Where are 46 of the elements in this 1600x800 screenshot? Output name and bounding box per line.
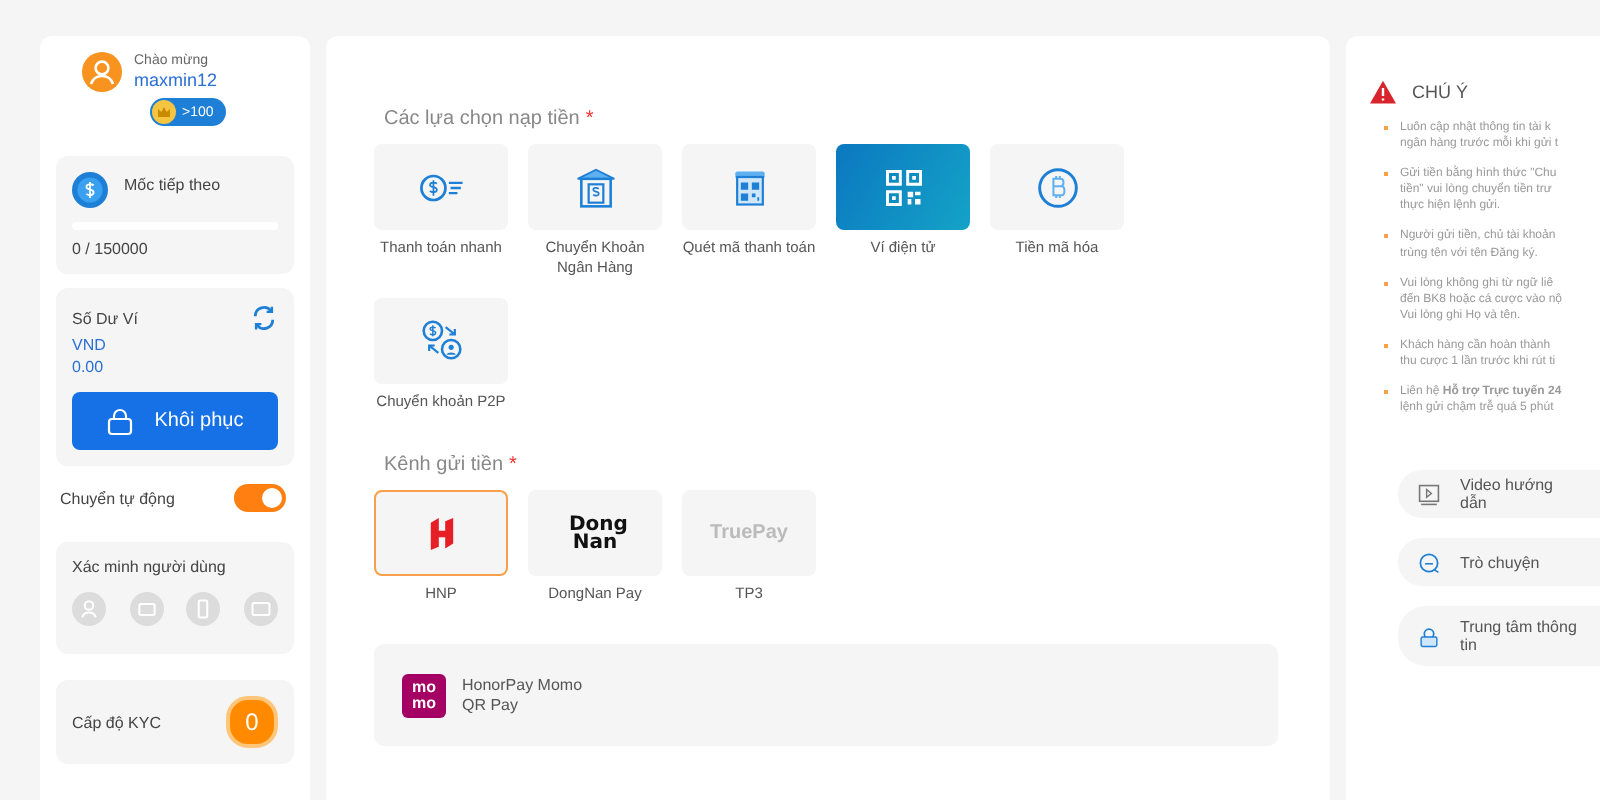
deposit-option-tile[interactable] xyxy=(374,144,508,230)
method-subtitle: QR Pay xyxy=(462,696,521,714)
verification-label: Xác minh người dùng xyxy=(72,558,228,576)
method-title: HonorPay Momo xyxy=(462,676,583,694)
coin-icon xyxy=(72,172,108,208)
video-icon xyxy=(1418,483,1440,506)
kyc-label: Cấp độ KYC xyxy=(72,713,161,731)
notice-title: CHÚ Ý xyxy=(1412,82,1469,102)
deposit-option-tile[interactable] xyxy=(682,144,816,230)
balance-amount: 0.00 xyxy=(72,358,106,376)
brand-logo-icon xyxy=(425,515,457,552)
help-link[interactable]: Trung tâm thông tin xyxy=(1398,606,1600,667)
required-mark: * xyxy=(585,108,594,130)
username: maxmin12 xyxy=(134,70,218,90)
deposit-option-tile[interactable] xyxy=(990,144,1124,230)
bank-icon xyxy=(571,165,619,209)
kyc-level-badge: 0 xyxy=(226,696,278,748)
avatar-icon xyxy=(82,52,122,92)
help-link[interactable]: Trò chuyện xyxy=(1398,538,1600,587)
currency-text: VND xyxy=(72,336,108,354)
chat-icon xyxy=(1418,551,1440,574)
brand-logo: TruePay xyxy=(710,522,788,545)
milestone-label: Mốc tiếp theo xyxy=(124,176,221,194)
crown-icon xyxy=(152,100,176,124)
auto-transfer-label: Chuyển tự động xyxy=(60,489,175,507)
required-mark: * xyxy=(509,454,517,477)
deposit-option-tile[interactable] xyxy=(374,297,508,383)
channel-tile[interactable] xyxy=(374,490,508,577)
lock-icon xyxy=(106,407,135,435)
deposit-option-tile[interactable] xyxy=(528,144,662,230)
help-link[interactable]: Video hướng dẫn xyxy=(1398,470,1600,519)
deposit-option-tile[interactable] xyxy=(836,144,970,230)
section-title: Các lựa chọn nạp tiền xyxy=(384,108,580,130)
payment-method-card[interactable]: mo mo HonorPay Momo QR Pay xyxy=(374,644,1278,746)
auto-transfer-toggle[interactable] xyxy=(234,484,286,512)
p2p-transfer-icon xyxy=(417,318,465,362)
bitcoin-icon xyxy=(1033,165,1081,209)
warning-icon xyxy=(1370,80,1396,104)
refresh-icon[interactable] xyxy=(250,304,278,332)
restore-button[interactable]: Khôi phục xyxy=(72,392,278,450)
progress-text: 0 / 150000 xyxy=(72,240,150,258)
section-title: Kênh gửi tiền xyxy=(384,454,504,477)
wallet-label: Số Dư Ví xyxy=(72,309,138,327)
momo-logo: mo mo xyxy=(402,673,446,717)
channel-tile[interactable]: Dong Nan xyxy=(528,490,662,577)
brand-logo: Dong Nan xyxy=(569,515,621,552)
